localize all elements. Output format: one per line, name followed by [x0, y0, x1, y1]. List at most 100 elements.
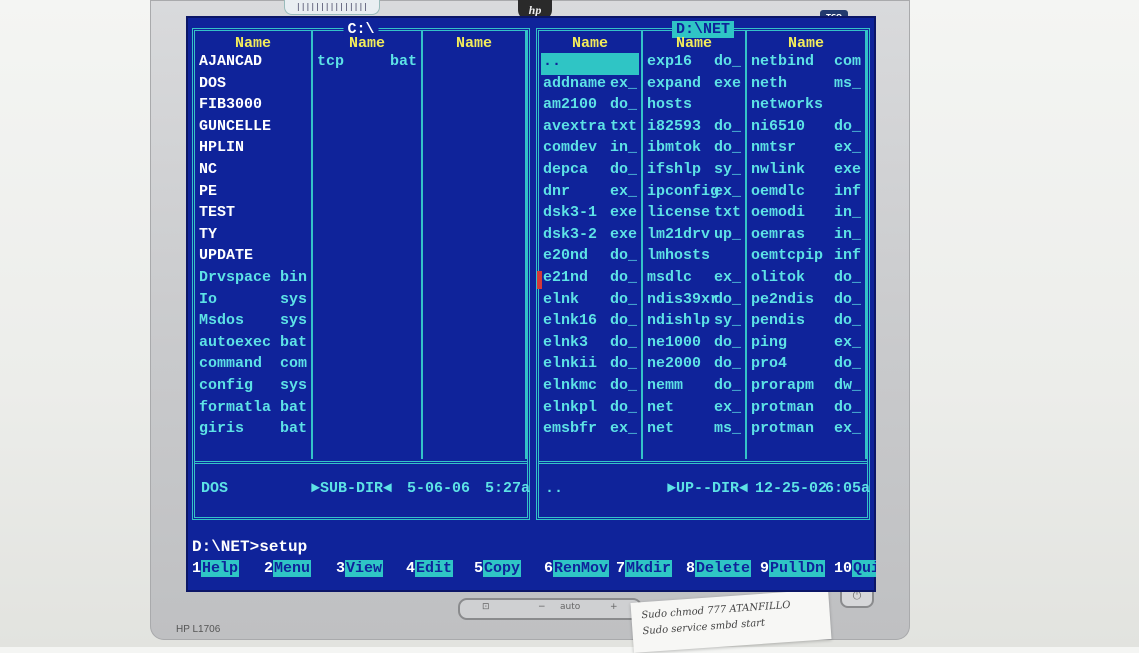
- function-key-delete[interactable]: 8Delete: [686, 560, 752, 577]
- file-row[interactable]: TY: [197, 226, 309, 248]
- file-row[interactable]: elnk3 do_: [541, 334, 639, 356]
- file-row[interactable]: elnkii do_: [541, 355, 639, 377]
- function-key-mkdir[interactable]: 7Mkdir: [616, 560, 673, 577]
- file-row[interactable]: e21nd do_: [536, 269, 639, 291]
- file-row[interactable]: command com: [197, 355, 309, 377]
- file-row[interactable]: oemodi in_: [749, 204, 863, 226]
- file-row[interactable]: hosts: [645, 96, 743, 118]
- file-row[interactable]: olitok do_: [749, 269, 863, 291]
- file-row[interactable]: ipconfig ex_: [645, 183, 743, 205]
- file-row[interactable]: FIB3000: [197, 96, 309, 118]
- file-row[interactable]: protman do_: [749, 399, 863, 421]
- function-key-help[interactable]: 1Help: [192, 560, 240, 577]
- file-row[interactable]: oemtcpip inf: [749, 247, 863, 269]
- file-row[interactable]: netbind com: [749, 53, 863, 75]
- file-row[interactable]: ndishlp sy_: [645, 312, 743, 334]
- file-row[interactable]: pro4 do_: [749, 355, 863, 377]
- file-row[interactable]: exp16 do_: [645, 53, 743, 75]
- file-row[interactable]: tcp bat: [315, 53, 419, 75]
- file-row[interactable]: autoexec bat: [197, 334, 309, 356]
- file-row[interactable]: giris bat: [197, 420, 309, 442]
- file-row[interactable]: config sys: [197, 377, 309, 399]
- file-name: pro4: [751, 355, 788, 373]
- file-row[interactable]: UPDATE: [197, 247, 309, 269]
- file-row[interactable]: Msdos sys: [197, 312, 309, 334]
- file-ext: bat: [279, 398, 307, 416]
- file-row[interactable]: nmtsr ex_: [749, 139, 863, 161]
- file-row[interactable]: nemm do_: [645, 377, 743, 399]
- file-row[interactable]: elnkpl do_: [541, 399, 639, 421]
- file-row[interactable]: PE: [197, 183, 309, 205]
- file-row[interactable]: neth ms_: [749, 75, 863, 97]
- input-button-icon[interactable]: ⊡: [482, 602, 490, 612]
- file-row[interactable]: pe2ndis do_: [749, 291, 863, 313]
- file-row[interactable]: addname ex_: [541, 75, 639, 97]
- file-row[interactable]: NC: [197, 161, 309, 183]
- file-row[interactable]: GUNCELLE: [197, 118, 309, 140]
- file-row[interactable]: HPLIN: [197, 139, 309, 161]
- file-row[interactable]: ifshlp sy_: [645, 161, 743, 183]
- file-row[interactable]: elnk16 do_: [541, 312, 639, 334]
- file-row[interactable]: prorapm dw_: [749, 377, 863, 399]
- auto-button[interactable]: auto: [560, 602, 580, 612]
- file-row[interactable]: comdev in_: [541, 139, 639, 161]
- file-row[interactable]: e20nd do_: [541, 247, 639, 269]
- left-panel[interactable]: C:\ Name AJANCAD DOS FIB3000 GUNCELLE HPLIN N…: [192, 21, 530, 520]
- file-row[interactable]: dsk3-2 exe: [541, 226, 639, 248]
- file-row[interactable]: elnk do_: [541, 291, 639, 313]
- file-row[interactable]: DOS: [197, 75, 309, 97]
- file-row[interactable]: ni6510 do_: [749, 118, 863, 140]
- file-row[interactable]: oemdlc inf: [749, 183, 863, 205]
- function-key-renmov[interactable]: 6RenMov: [544, 560, 610, 577]
- file-ext: exe: [833, 160, 861, 178]
- file-row[interactable]: ..: [541, 53, 639, 75]
- function-key-copy[interactable]: 5Copy: [474, 560, 522, 577]
- function-key-pulldn[interactable]: 9PullDn: [760, 560, 826, 577]
- file-row[interactable]: Io sys: [197, 291, 309, 313]
- file-row[interactable]: net ms_: [645, 420, 743, 442]
- file-row[interactable]: ne1000 do_: [645, 334, 743, 356]
- column-header: Name: [348, 35, 385, 52]
- right-panel[interactable]: D:\NET Name .. addname ex_ am2100 do_ avextra…: [536, 21, 870, 520]
- file-row[interactable]: dnr ex_: [541, 183, 639, 205]
- file-row[interactable]: lm21drv up_: [645, 226, 743, 248]
- file-row[interactable]: depca do_: [541, 161, 639, 183]
- file-name: pendis: [751, 312, 806, 330]
- command-prompt[interactable]: D:\NET>setup: [192, 538, 307, 556]
- file-name: UPDATE: [199, 247, 254, 265]
- file-row[interactable]: nwlink exe: [749, 161, 863, 183]
- file-row[interactable]: ping ex_: [749, 334, 863, 356]
- function-key-quit[interactable]: 10Quit: [834, 560, 876, 577]
- file-row[interactable]: ndis39xr do_: [645, 291, 743, 313]
- plus-button[interactable]: +: [610, 602, 618, 612]
- file-row[interactable]: license txt: [645, 204, 743, 226]
- file-row[interactable]: ibmtok do_: [645, 139, 743, 161]
- file-row[interactable]: msdlc ex_: [645, 269, 743, 291]
- monitor-control-buttons[interactable]: ⊡ − auto +: [458, 598, 642, 620]
- file-row[interactable]: oemras in_: [749, 226, 863, 248]
- file-row[interactable]: lmhosts: [645, 247, 743, 269]
- file-row[interactable]: Drvspace bin: [197, 269, 309, 291]
- file-row[interactable]: AJANCAD: [197, 53, 309, 75]
- file-row[interactable]: TEST: [197, 204, 309, 226]
- file-row[interactable]: i82593 do_: [645, 118, 743, 140]
- file-name: ifshlp: [647, 160, 702, 178]
- file-row[interactable]: ne2000 do_: [645, 355, 743, 377]
- file-row[interactable]: formatla bat: [197, 399, 309, 421]
- file-row[interactable]: am2100 do_: [541, 96, 639, 118]
- file-row[interactable]: pendis do_: [749, 312, 863, 334]
- file-name: lm21drv: [647, 225, 711, 243]
- file-row[interactable]: protman ex_: [749, 420, 863, 442]
- file-row[interactable]: networks: [749, 96, 863, 118]
- function-key-menu[interactable]: 2Menu: [264, 560, 312, 577]
- function-key-view[interactable]: 3View: [336, 560, 384, 577]
- file-row[interactable]: avextra txt: [541, 118, 639, 140]
- file-name: net: [647, 420, 675, 438]
- file-row[interactable]: net ex_: [645, 399, 743, 421]
- file-row[interactable]: expand exe: [645, 75, 743, 97]
- function-key-edit[interactable]: 4Edit: [406, 560, 454, 577]
- file-row[interactable]: elnkmc do_: [541, 377, 639, 399]
- minus-button[interactable]: −: [538, 602, 546, 612]
- file-row[interactable]: dsk3-1 exe: [541, 204, 639, 226]
- file-row[interactable]: emsbfr ex_: [541, 420, 639, 442]
